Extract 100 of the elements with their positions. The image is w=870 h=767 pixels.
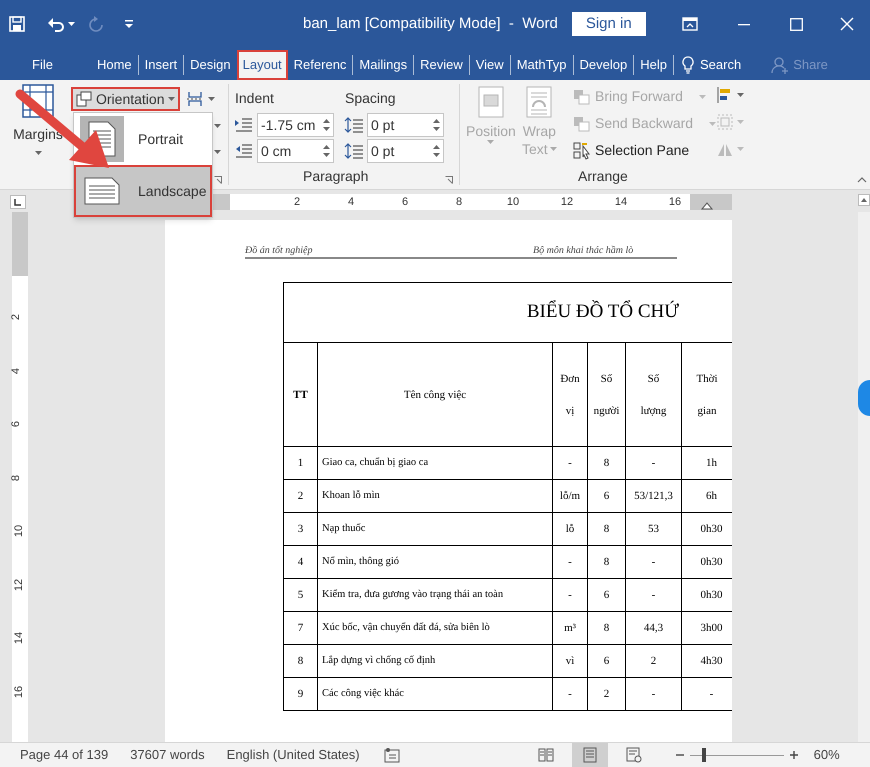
language-status: English (United States) xyxy=(226,746,360,764)
selection-pane-icon xyxy=(573,142,591,160)
spacing-before-icon xyxy=(344,117,364,133)
word-count: 37607 words xyxy=(130,746,205,764)
table-cell: Xúc bốc, vận chuyển đất đá, sửa biên lò xyxy=(318,612,553,644)
table-cell: 2 xyxy=(626,645,682,677)
group-label: Paragraph xyxy=(303,167,368,186)
caret-icon xyxy=(737,93,744,97)
ribbon-tab[interactable]: Layout xyxy=(236,50,288,80)
table-cell: 1h xyxy=(682,447,732,479)
spinner-icon[interactable] xyxy=(323,118,330,132)
table-cell: - xyxy=(553,447,588,479)
spin-field[interactable]: 0 cm xyxy=(257,139,334,163)
save-icon[interactable] xyxy=(9,16,25,32)
caret-icon xyxy=(168,97,176,101)
ribbon-tab[interactable]: MathTyp xyxy=(510,50,573,80)
collapse-ribbon-icon[interactable] xyxy=(857,177,867,183)
spin-field[interactable]: 0 pt xyxy=(367,139,444,163)
zoom-level: 60% xyxy=(814,746,840,764)
lightbulb-icon xyxy=(682,56,694,74)
table-cell: lỗ xyxy=(553,513,588,545)
ruler-number: 12 xyxy=(560,195,574,209)
orientation-button[interactable]: Orientation xyxy=(71,87,180,111)
spin-field[interactable]: 0 pt xyxy=(367,113,444,137)
spacing-after-icon xyxy=(344,143,364,159)
ribbon-display-icon[interactable] xyxy=(682,17,698,31)
caret-icon xyxy=(68,22,75,26)
table-cell: 44,3 xyxy=(626,612,682,644)
ribbon-tab[interactable]: Referenc xyxy=(288,50,352,80)
ruler-number: 16 xyxy=(668,195,682,209)
table-cell: 8 xyxy=(588,513,626,545)
table-cell: 8 xyxy=(588,546,626,578)
ribbon-tab[interactable]: View xyxy=(470,50,510,80)
column-header: Tên công việc xyxy=(404,388,466,402)
table-cell: - xyxy=(553,579,588,611)
zoom-slider[interactable] xyxy=(690,748,784,762)
margins-button[interactable]: Margins xyxy=(8,80,68,189)
breaks-icon[interactable] xyxy=(186,91,204,107)
spinner-icon[interactable] xyxy=(323,144,330,158)
layers-icon xyxy=(573,116,591,132)
page-header-text: Bộ môn khai thác hầm lò xyxy=(533,244,634,258)
spinner-icon[interactable] xyxy=(433,118,440,132)
close-icon[interactable] xyxy=(840,17,854,31)
dialog-launcher-icon[interactable] xyxy=(214,176,222,184)
table-cell: - xyxy=(626,579,682,611)
dialog-launcher-icon[interactable] xyxy=(445,176,453,184)
undo-icon[interactable] xyxy=(47,16,65,32)
slider-thumb[interactable] xyxy=(702,748,706,762)
macro-icon[interactable] xyxy=(384,747,400,763)
table-cell: 8 xyxy=(284,645,318,677)
table-cell: 3 xyxy=(284,513,318,545)
spin-field[interactable]: -1.75 cm xyxy=(257,113,334,137)
caret-icon xyxy=(737,147,744,151)
zoom-in-icon[interactable] xyxy=(790,751,798,759)
table-cell: 6h xyxy=(682,480,732,512)
table-cell: Lắp dựng vì chống cố định xyxy=(318,645,553,677)
table-cell: 1 xyxy=(284,447,318,479)
column-header: Số người xyxy=(594,372,620,418)
ruler-number: 2 xyxy=(9,314,24,320)
table-title: BIỂU ĐỒ TỔ CHỨ xyxy=(526,299,679,324)
table-cell: Các công việc khác xyxy=(318,678,553,710)
table-cell: - xyxy=(626,678,682,710)
table-cell: m³ xyxy=(553,612,588,644)
sign-in-button[interactable]: Sign in xyxy=(572,12,646,36)
search-button[interactable]: Search xyxy=(682,50,742,80)
ribbon-tab[interactable]: File xyxy=(26,50,59,80)
ruler-number: 6 xyxy=(402,195,408,209)
ribbon-tab[interactable]: Home xyxy=(90,50,138,80)
ribbon-tab[interactable]: Mailings xyxy=(353,50,414,80)
scroll-up-icon[interactable] xyxy=(858,194,870,206)
ribbon-tab[interactable]: Design xyxy=(184,50,237,80)
ruler-number: 4 xyxy=(348,195,354,209)
table-cell: 2 xyxy=(588,678,626,710)
tab-selector-icon[interactable] xyxy=(10,195,26,209)
table-cell: Nạp thuốc xyxy=(318,513,553,545)
customize-icon[interactable] xyxy=(125,20,133,28)
maximize-icon[interactable] xyxy=(790,18,803,30)
caret-icon xyxy=(208,97,215,101)
ruler-number: 8 xyxy=(456,195,462,209)
print-layout-button[interactable] xyxy=(572,743,608,767)
ruler-number: 6 xyxy=(9,420,24,428)
pages-icon xyxy=(76,91,92,107)
indent-marker-icon[interactable] xyxy=(701,202,713,210)
table-cell: vì xyxy=(553,645,588,677)
spinner-icon[interactable] xyxy=(433,144,440,158)
group-label: Spacing xyxy=(345,89,396,108)
table-cell: Nổ mìn, thông gió xyxy=(318,546,553,578)
arrange-menu-button[interactable]: Selection Pane xyxy=(573,140,690,161)
menu-item[interactable]: Landscape xyxy=(74,165,212,217)
table-cell: Kiểm tra, đưa gương vào trạng thái an toàn xyxy=(318,579,553,611)
ruler-number: 4 xyxy=(9,367,24,374)
ribbon-tab[interactable]: Help xyxy=(634,50,673,80)
ribbon-tab[interactable]: Insert xyxy=(138,50,184,80)
table-cell: 7 xyxy=(284,612,318,644)
ribbon-tab[interactable]: Review xyxy=(414,50,469,80)
table-cell: 53 xyxy=(626,513,682,545)
table-cell: 8 xyxy=(588,612,626,644)
caret-icon xyxy=(698,94,706,98)
table-cell: - xyxy=(553,546,588,578)
ribbon-tab[interactable]: Develop xyxy=(574,50,634,80)
